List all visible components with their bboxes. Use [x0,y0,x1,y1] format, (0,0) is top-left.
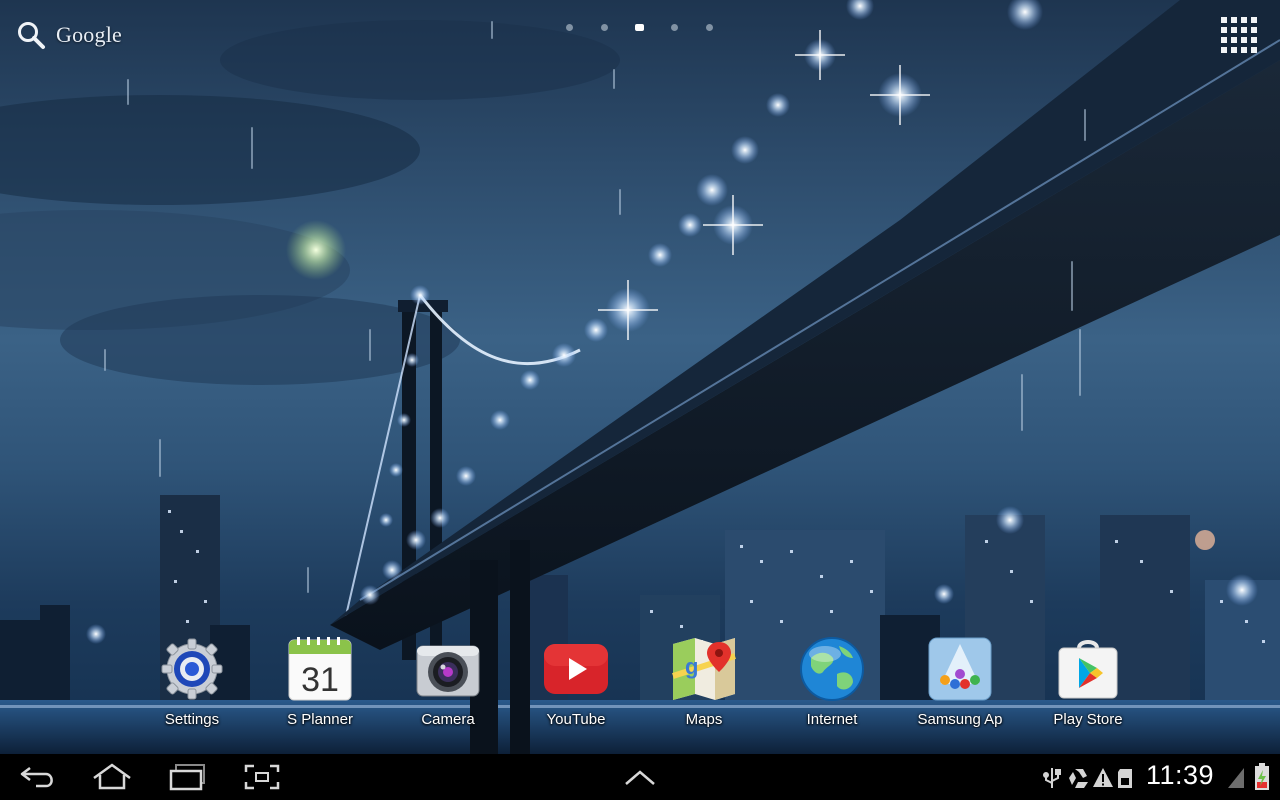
page-dot[interactable] [671,24,678,31]
app-samsung-apps[interactable]: Samsung Ap [905,636,1015,732]
apps-grid-icon[interactable] [1220,16,1258,54]
app-label: Samsung Ap [917,711,1003,728]
page-dot[interactable] [566,24,573,31]
app-label: S Planner [287,711,353,728]
app-youtube[interactable]: YouTube [521,636,631,732]
recent-apps-icon[interactable] [166,762,210,792]
globe-icon [800,637,864,701]
chevron-up-icon[interactable] [618,762,662,792]
usb-icon [1043,768,1061,788]
clock-time: 11:39 [1146,760,1215,790]
google-search-label: Google [56,22,122,47]
settings-gear-icon [161,638,223,700]
app-label: YouTube [546,711,606,728]
calendar-day: 31 [301,661,339,699]
page-indicator [560,21,720,35]
sd-card-icon [1118,769,1132,788]
samsung-apps-icon [928,637,992,701]
page-dot[interactable] [706,24,713,31]
svg-text:g: g [685,654,698,679]
calendar-icon: 31 [288,637,352,701]
app-maps[interactable]: g Maps [649,636,759,732]
app-label: Maps [685,711,723,728]
status-icons [1043,768,1132,788]
home-icon[interactable] [90,762,134,792]
app-label: Internet [806,711,858,728]
app-s-planner[interactable]: 31 S Planner [265,636,375,732]
camera-icon [416,645,480,697]
warning-icon [1093,768,1113,787]
navigation-bar [0,754,1280,800]
app-label: Settings [164,711,220,728]
back-icon[interactable] [16,762,60,792]
maps-icon: g [672,638,736,700]
screenshot-icon[interactable] [240,762,284,792]
app-camera[interactable]: Camera [393,636,503,732]
app-settings[interactable]: Settings [137,636,247,732]
youtube-icon [544,644,608,694]
play-store-icon [1058,640,1118,699]
google-search-bar[interactable]: Google [16,18,122,52]
page-dot[interactable] [601,24,608,31]
signal-icon [1228,768,1244,788]
battery-charging-icon [1255,763,1269,790]
page-dot-active[interactable] [635,24,644,31]
search-icon [18,22,45,49]
app-internet[interactable]: Internet [777,636,887,732]
recycle-icon [1069,769,1088,788]
app-play-store[interactable]: Play Store [1033,636,1143,732]
app-label: Play Store [1053,711,1123,728]
app-label: Camera [421,711,475,728]
